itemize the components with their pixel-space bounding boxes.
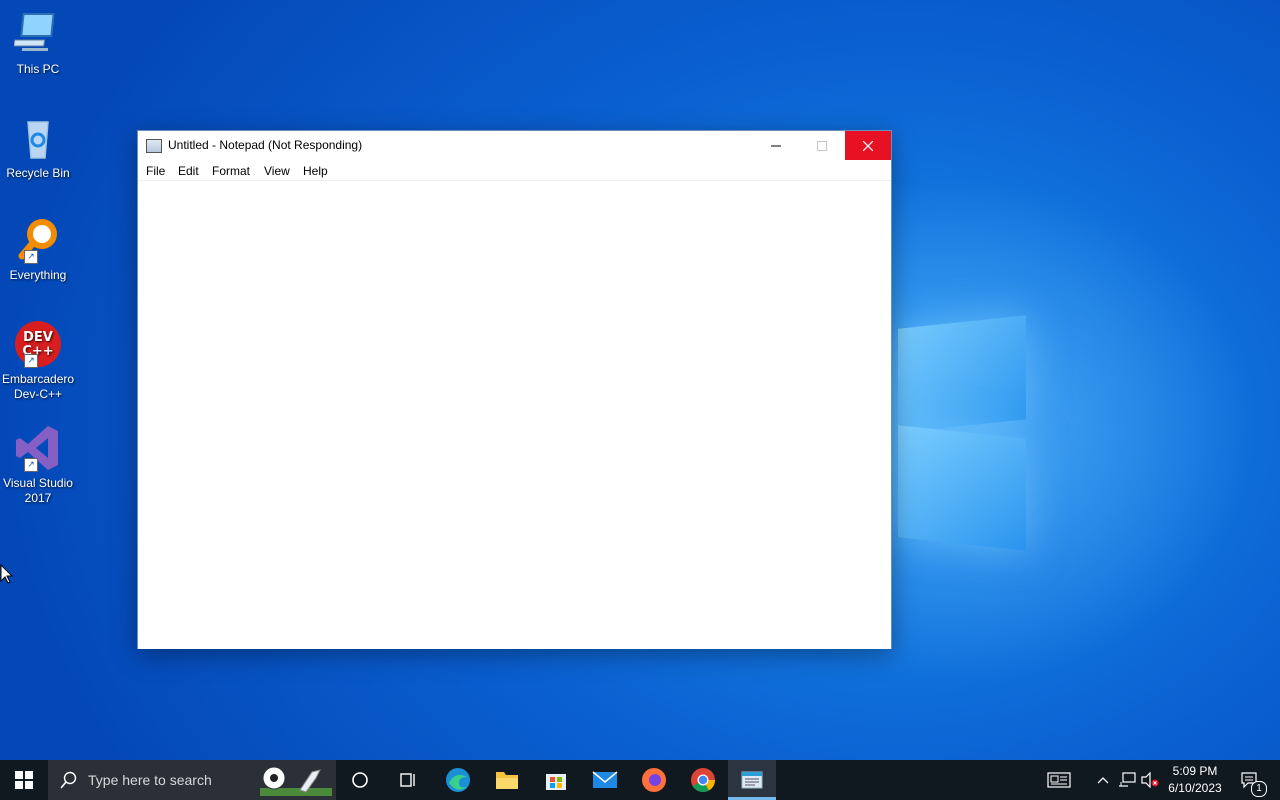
- edge-icon: [446, 768, 470, 792]
- shortcut-arrow-icon: ↗: [24, 250, 38, 264]
- notepad-taskbar-button[interactable]: [728, 760, 776, 800]
- svg-text:DEV: DEV: [23, 330, 53, 345]
- notepad-icon: [741, 771, 763, 789]
- menu-help[interactable]: Help: [303, 164, 328, 178]
- windows-start-icon: [15, 771, 33, 789]
- chevron-up-icon: [1097, 777, 1109, 784]
- shortcut-arrow-icon: ↗: [24, 354, 38, 368]
- minimize-icon: [771, 145, 781, 146]
- notification-center-button[interactable]: 1: [1234, 760, 1267, 800]
- notepad-app-icon[interactable]: [146, 139, 162, 153]
- network-button[interactable]: [1116, 760, 1138, 800]
- minimize-button[interactable]: [753, 131, 799, 160]
- search-placeholder: Type here to search: [88, 772, 212, 788]
- chrome-button[interactable]: [679, 760, 727, 800]
- taskbar: Type here to search 5:09 PM 6/10/2023 1: [0, 760, 1280, 800]
- mouse-cursor-icon: [0, 564, 14, 584]
- file-explorer-icon: [496, 772, 518, 789]
- close-icon: [863, 140, 873, 151]
- clock-date[interactable]: 6/10/2023: [1164, 781, 1226, 795]
- firefox-icon: [642, 768, 666, 792]
- edge-button[interactable]: [434, 760, 482, 800]
- mail-icon: [592, 771, 618, 788]
- start-button[interactable]: [0, 760, 48, 800]
- menu-bar: File Edit Format View Help: [138, 161, 891, 181]
- menu-file[interactable]: File: [146, 164, 165, 178]
- menu-format[interactable]: Format: [212, 164, 250, 178]
- store-button[interactable]: [532, 760, 580, 800]
- desktop-icon-label: Everything: [9, 268, 67, 282]
- desktop-icon-label: This PC: [16, 62, 60, 76]
- clock-time[interactable]: 5:09 PM: [1164, 764, 1226, 778]
- desktop-icon-this-pc[interactable]: This PC: [2, 10, 74, 77]
- text-editor-area[interactable]: [138, 180, 891, 649]
- menu-edit[interactable]: Edit: [178, 164, 199, 178]
- recycle-bin-icon: [14, 114, 62, 162]
- volume-muted-icon: [1141, 772, 1159, 788]
- desktop-icon-label: Visual Studio 2017: [3, 476, 73, 505]
- cortana-button[interactable]: [336, 760, 384, 800]
- title-bar[interactable]: Untitled - Notepad (Not Responding): [138, 131, 891, 161]
- search-box[interactable]: Type here to search: [48, 760, 336, 800]
- shortcut-arrow-icon: ↗: [24, 458, 38, 472]
- devcpp-icon: DEV C++ ↗: [14, 320, 62, 368]
- network-icon: [1119, 772, 1136, 787]
- notification-count-badge: 1: [1251, 781, 1267, 797]
- menu-view[interactable]: View: [264, 164, 290, 178]
- maximize-button[interactable]: [799, 131, 845, 160]
- desktop-icon-devcpp[interactable]: DEV C++ ↗ Embarcadero Dev-C++: [2, 320, 74, 402]
- desktop-icon-label: Recycle Bin: [6, 166, 70, 180]
- desktop-icon-label: Embarcadero Dev-C++: [2, 372, 75, 401]
- notepad-window[interactable]: Untitled - Notepad (Not Responding) File…: [137, 130, 892, 649]
- firefox-button[interactable]: [630, 760, 678, 800]
- visual-studio-icon: ↗: [14, 424, 62, 472]
- desktop-icon-everything[interactable]: ↗ Everything: [2, 216, 74, 283]
- maximize-icon: [817, 140, 827, 151]
- volume-button[interactable]: [1138, 760, 1162, 800]
- cortana-icon: [352, 772, 368, 788]
- window-title: Untitled - Notepad (Not Responding): [168, 138, 363, 152]
- close-button[interactable]: [845, 131, 891, 160]
- desktop-icon-recycle-bin[interactable]: Recycle Bin: [2, 114, 74, 181]
- file-explorer-button[interactable]: [483, 760, 531, 800]
- magnifier-icon: ↗: [14, 216, 62, 264]
- news-widget-button[interactable]: [1040, 760, 1078, 800]
- windows-logo-pane: [898, 425, 1026, 551]
- task-view-icon: [400, 773, 415, 787]
- desktop: This PC Recycle Bin ↗ Everything DEV C++…: [0, 0, 1280, 760]
- show-hidden-icons-button[interactable]: [1092, 760, 1114, 800]
- search-highlight-icon: [260, 766, 332, 796]
- windows-logo-pane: [898, 315, 1026, 433]
- desktop-icon-visual-studio[interactable]: ↗ Visual Studio 2017: [2, 424, 74, 506]
- computer-icon: [13, 10, 62, 58]
- task-view-button[interactable]: [384, 760, 432, 800]
- chrome-icon: [691, 768, 715, 793]
- news-icon: [1047, 772, 1071, 788]
- store-icon: [546, 774, 566, 790]
- mail-button[interactable]: [581, 760, 629, 800]
- search-icon: [60, 771, 77, 789]
